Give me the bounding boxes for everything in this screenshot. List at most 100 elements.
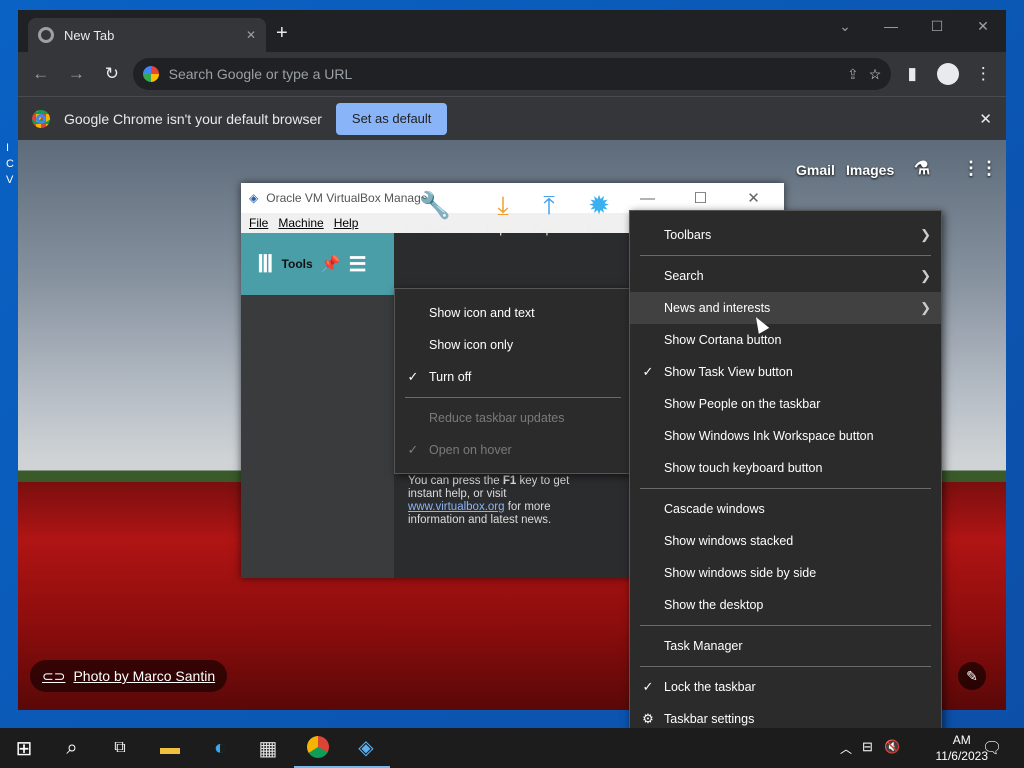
menu-item-label: Show Cortana button [664,333,782,347]
checkmark-icon: ✓ [407,369,419,384]
forward-arrow-icon[interactable]: → [62,59,92,89]
chrome-logo-icon [32,109,50,128]
menu-item-show-icon-only[interactable]: Show icon only [395,329,631,361]
taskbar: ⊞ ⌕ ⧉ ▬ ◐ ▦ ◈ ︿ ⊟ 🔇 AM 11/6/2023 🗨 [0,728,1024,768]
menu-item-label: Show the desktop [664,598,764,612]
wrench-icon: 🔧 [418,190,452,220]
menu-item-show-windows-ink[interactable]: Show Windows Ink Workspace button [630,420,941,452]
menu-file[interactable]: File [249,216,268,230]
checkmark-icon: ✓ [642,364,654,379]
new-label: New [586,222,611,236]
pin-icon[interactable]: 📌 [321,254,341,274]
reload-icon[interactable]: ↻ [97,59,127,89]
menu-item-label: Turn off [429,370,472,384]
start-windows-icon[interactable]: ⊞ [0,728,48,768]
omnibox[interactable]: Search Google or type a URL ⇪ ☆ [132,58,892,90]
tray-chevron-up-icon[interactable]: ︿ [840,740,852,757]
chrome-tab-favicon-icon [38,27,54,43]
menu-item-show-icon-and-text[interactable]: Show icon and text [395,297,631,329]
maximize-button[interactable]: ☐ [678,189,723,207]
chrome-logo-icon [307,736,329,758]
default-browser-infobar: Google Chrome isn't your default browser… [18,96,1006,140]
menu-machine[interactable]: Machine [278,216,323,230]
notifications-icon[interactable]: 🗨 [982,738,1002,758]
menu-item-task-manager[interactable]: Task Manager [630,630,941,662]
menu-item-show-people[interactable]: Show People on the taskbar [630,388,941,420]
menu-item-search[interactable]: Search ❯ [630,260,941,292]
menu-item-turn-off[interactable]: ✓ Turn off [395,361,631,393]
labs-flask-icon[interactable]: ⚗ [914,158,930,179]
infobar-message: Google Chrome isn't your default browser [64,110,322,127]
back-arrow-icon[interactable]: ← [26,59,56,89]
tab-search-chevron-icon[interactable]: ⌄ [822,10,868,42]
share-icon[interactable]: ⇪ [847,66,859,83]
virtualbox-website-link[interactable]: www.virtualbox.org [408,501,505,513]
apps-grid-icon[interactable]: ⋮⋮ [962,158,998,179]
menu-item-lock-the-taskbar[interactable]: ✓ Lock the taskbar [630,671,941,703]
checkmark-icon: ✓ [407,442,419,457]
menu-item-label: Show People on the taskbar [664,397,821,411]
virtualbox-taskbar-icon[interactable]: ◈ [342,728,390,768]
search-icon[interactable]: ⌕ [48,728,96,768]
preferences-button[interactable]: 🔧 Preferences [405,188,470,236]
omnibox-placeholder: Search Google or type a URL [168,66,353,82]
menu-item-show-the-desktop[interactable]: Show the desktop [630,589,941,621]
menu-help[interactable]: Help [334,216,359,230]
microsoft-store-icon[interactable]: ▦ [244,728,292,768]
menu-item-show-cortana-button[interactable]: Show Cortana button [630,324,941,356]
tools-item[interactable]: Ⅲ Tools 📌 ☰ [241,233,394,295]
task-view-icon[interactable]: ⧉ [96,728,144,768]
chrome-taskbar-icon[interactable] [294,728,342,768]
menu-item-show-touch-keyboard[interactable]: Show touch keyboard button [630,452,941,484]
menu-item-news-and-interests[interactable]: News and interests ❯ [630,292,941,324]
minimize-button[interactable]: — [625,190,670,207]
photo-credit-link[interactable]: ⊂⊃ Photo by Marco Santin [30,660,228,692]
close-infobar-icon[interactable]: ✕ [979,110,992,128]
new-tab-button[interactable]: + [276,22,288,45]
help-key: F1 [502,475,517,487]
help-text: You can press the F1 key to get instant … [408,475,588,527]
volume-muted-icon[interactable]: 🔇 [884,739,900,755]
gear-icon: ⚙ [642,711,654,726]
new-button[interactable]: ✹ New [569,188,629,236]
menu-item-show-windows-side-by-side[interactable]: Show windows side by side [630,557,941,589]
import-label: Import [485,222,520,236]
tab-new-tab[interactable]: New Tab ✕ [28,18,266,52]
menu-separator [405,397,621,398]
export-label: Export [531,222,567,236]
menu-item-cascade-windows[interactable]: Cascade windows [630,493,941,525]
set-as-default-button[interactable]: Set as default [335,102,448,135]
new-starburst-icon: ✹ [588,190,610,220]
close-tab-icon[interactable]: ✕ [246,28,256,42]
google-g-icon [142,66,159,82]
menu-item-show-task-view-button[interactable]: ✓ Show Task View button [630,356,941,388]
close-window-button[interactable]: ✕ [731,189,776,207]
photo-credit-text: Photo by Marco Santin [73,668,216,684]
maximize-button[interactable]: ☐ [914,10,960,42]
network-icon[interactable]: ⊟ [862,739,873,755]
list-menu-icon[interactable]: ☰ [349,252,367,277]
minimize-button[interactable]: — [868,10,914,42]
profile-avatar-icon[interactable] [933,59,963,89]
menu-separator [640,255,931,256]
chevron-right-icon: ❯ [920,300,931,315]
gmail-link[interactable]: Gmail [796,162,835,178]
bookmark-star-icon[interactable]: ☆ [869,66,882,83]
clock[interactable]: AM 11/6/2023 [936,732,989,764]
virtualbox-logo-icon: ◈ [249,191,259,205]
clock-date: 11/6/2023 [935,749,989,763]
menu-item-label: Show icon and text [429,306,535,320]
edge-browser-icon[interactable]: ◐ [196,728,244,768]
menu-item-label: Show Task View button [664,365,793,379]
menu-item-toolbars[interactable]: Toolbars ❯ [630,219,941,251]
menu-item-label: Lock the taskbar [664,680,756,694]
menu-item-label: Show windows side by side [664,566,817,580]
close-window-button[interactable]: ✕ [960,10,1006,42]
customize-pencil-icon[interactable]: ✎ [958,662,986,690]
side-panel-icon[interactable]: ▮ [897,59,927,89]
images-link[interactable]: Images [846,162,894,178]
chevron-right-icon: ❯ [920,268,931,283]
menu-item-show-windows-stacked[interactable]: Show windows stacked [630,525,941,557]
kebab-menu-icon[interactable]: ⋮ [968,59,998,89]
file-explorer-icon[interactable]: ▬ [146,728,194,768]
